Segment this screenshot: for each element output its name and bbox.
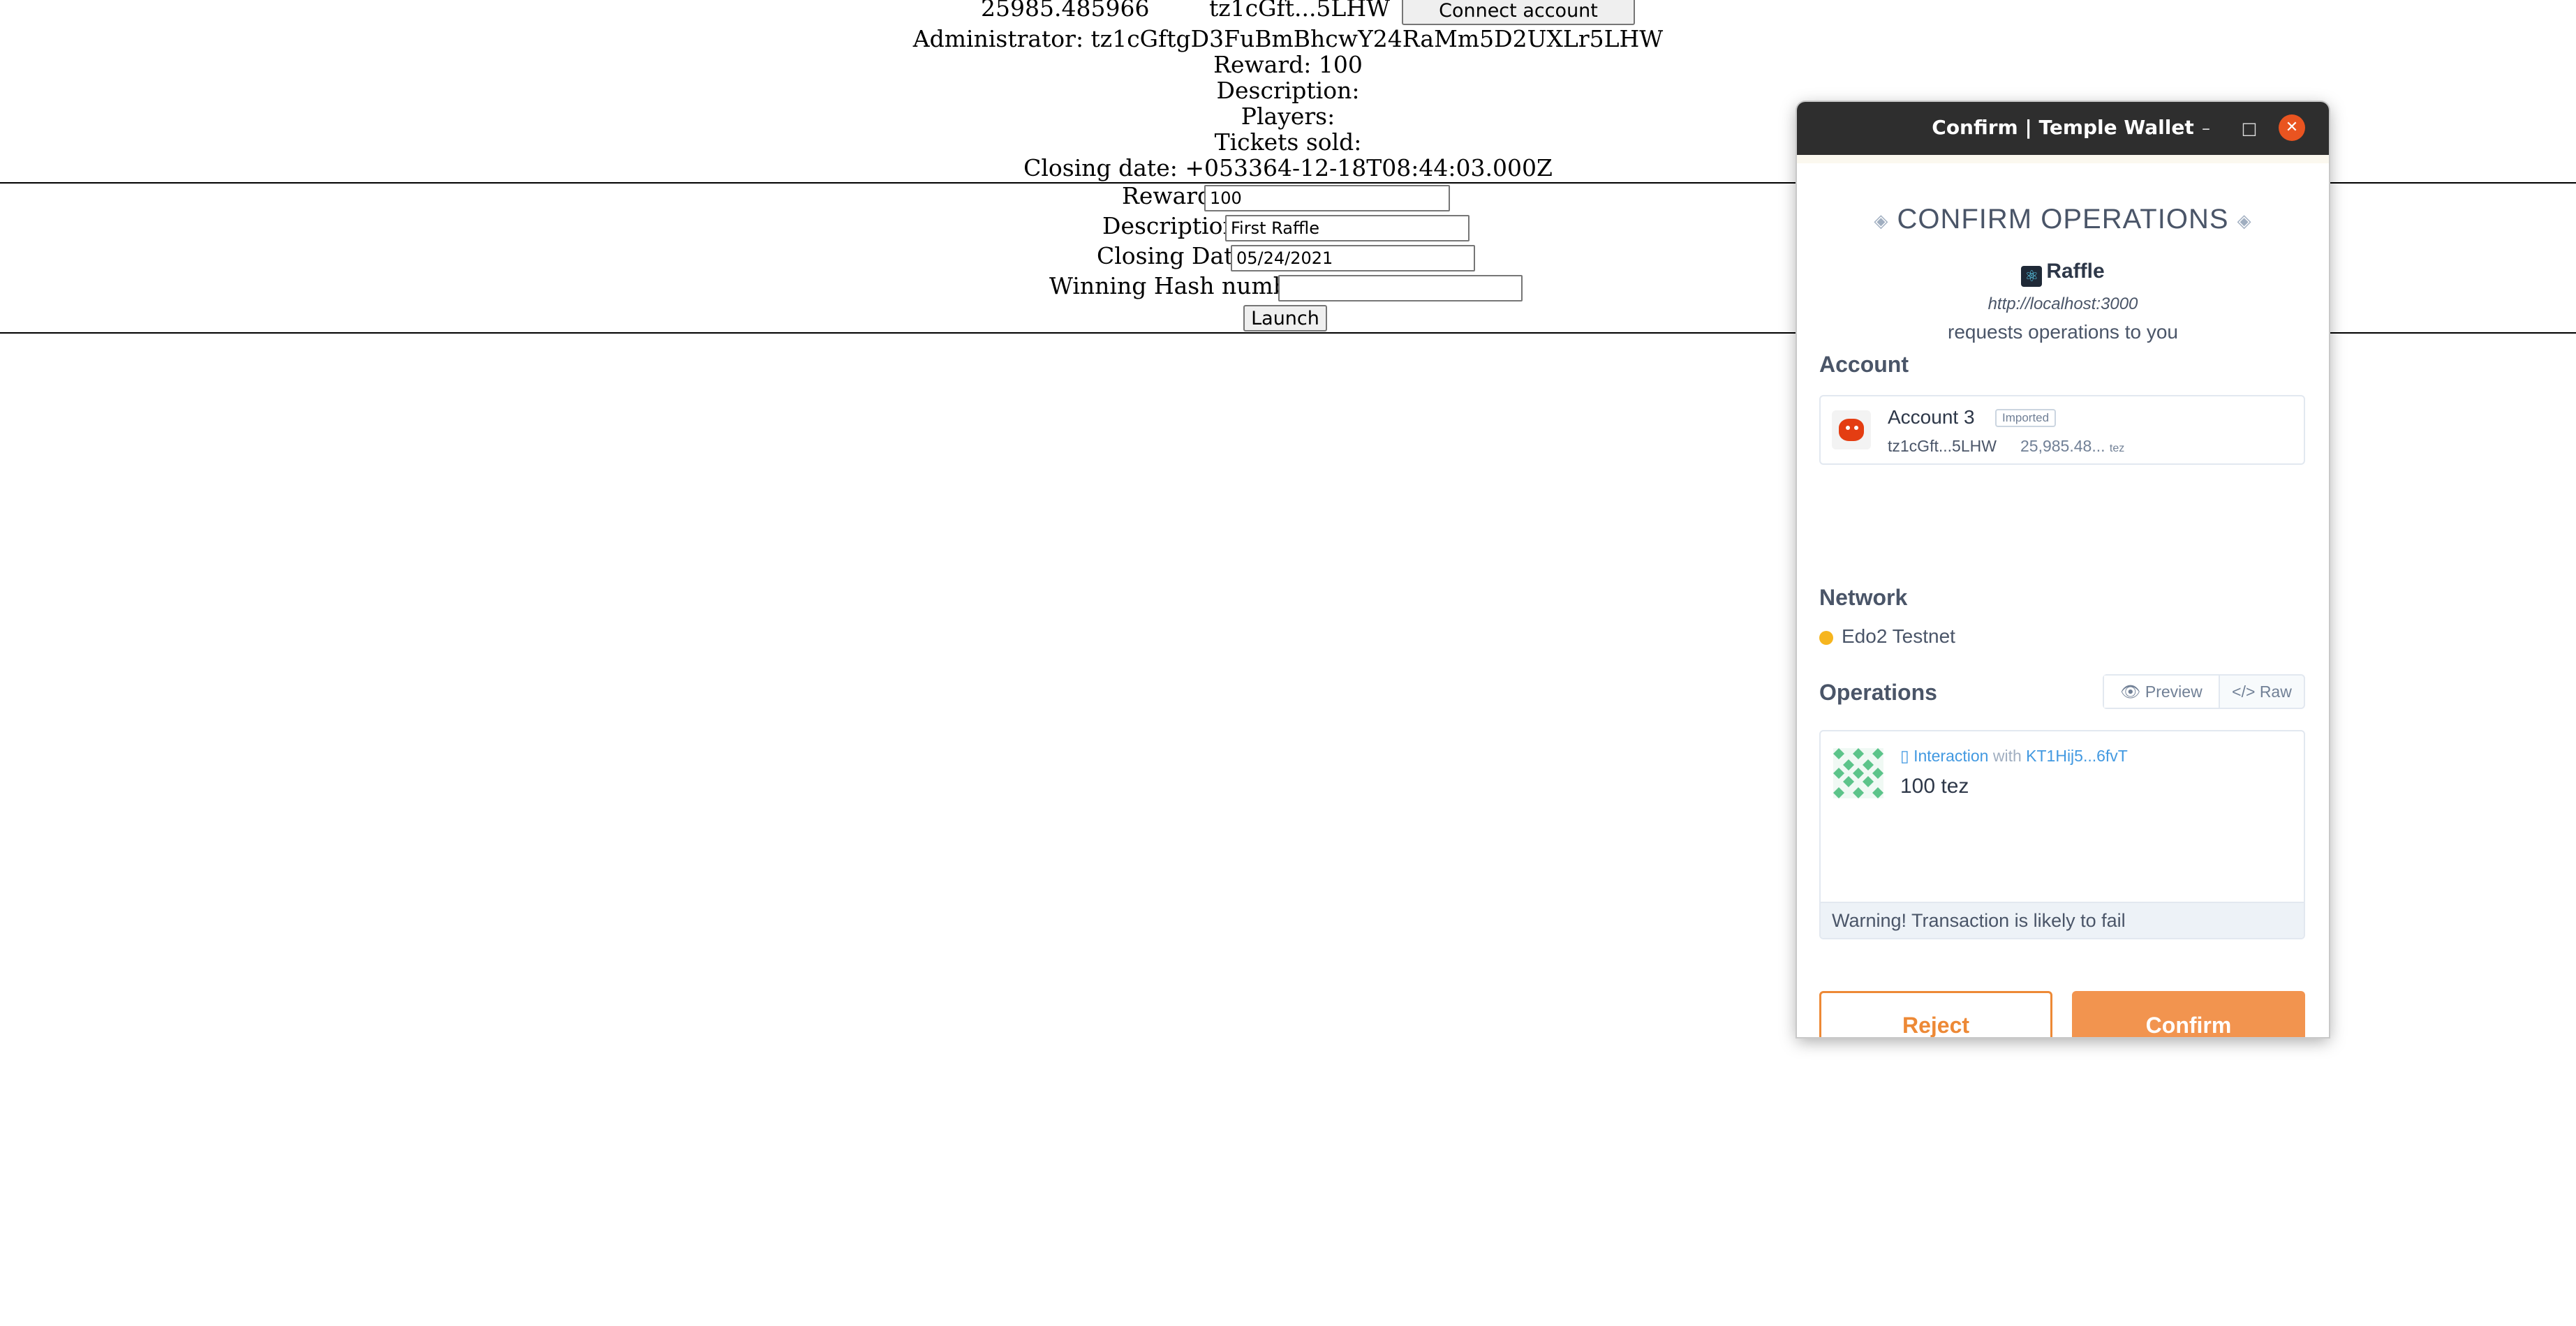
header-strip: [1797, 155, 2329, 163]
heading-text: CONFIRM OPERATIONS: [1897, 204, 2229, 234]
contract-address-link[interactable]: KT1Hij5...6fvT: [2026, 747, 2128, 765]
launch-button[interactable]: Launch: [1243, 305, 1327, 332]
code-icon: </>: [2232, 683, 2256, 701]
operations-card: ▯ Interaction with KT1Hij5...6fvT 100 te…: [1819, 730, 2305, 939]
requests-text: requests operations to you: [1948, 321, 2178, 343]
app-name-line: ⚛ Raffle: [1797, 260, 2329, 287]
description-input[interactable]: [1225, 215, 1470, 241]
contract-identicon-icon: [1833, 748, 1883, 798]
preview-label: Preview: [2145, 683, 2203, 701]
app-name: Raffle: [2046, 260, 2105, 283]
app-origin: http://localhost:3000: [1987, 295, 2138, 313]
balance-unit: tez: [2109, 442, 2125, 454]
connected-address: tz1cGft...5LHW: [1209, 0, 1391, 22]
temple-wallet-window: Confirm | Temple Wallet – □ ✕ ◈ CONFIRM …: [1797, 102, 2329, 1037]
balance-value: 25,985.48...: [2020, 437, 2105, 455]
description-label: Description:: [1102, 212, 1245, 239]
diamond-icon: ◈: [1874, 209, 1889, 231]
raw-label: Raw: [2259, 683, 2292, 701]
closing-date-input[interactable]: [1231, 245, 1475, 271]
network-status-dot: [1819, 631, 1833, 645]
diamond-icon: ◈: [2237, 209, 2252, 231]
account-section-label: Account: [1819, 352, 1909, 377]
document-icon: ▯: [1900, 747, 1909, 765]
operations-section-label: Operations: [1819, 680, 1937, 705]
minimize-icon[interactable]: –: [2193, 116, 2219, 141]
administrator-text: Administrator: tz1cGftgD3FuBmBhcwY24RaMm…: [912, 25, 1664, 52]
reject-button[interactable]: Reject: [1819, 991, 2052, 1037]
balance-text: 25985.485966: [981, 0, 1150, 22]
account-address: tz1cGft...5LHW: [1888, 437, 1997, 455]
eye-icon: 👁: [2120, 683, 2141, 701]
page-title: ◈ CONFIRM OPERATIONS ◈: [1797, 204, 2329, 235]
account-card[interactable]: Account 3 Imported tz1cGft...5LHW 25,985…: [1819, 395, 2305, 465]
operations-view-toggle: 👁 Preview </> Raw: [2103, 674, 2305, 709]
reward-text: Reward: 100: [1213, 51, 1363, 78]
operation-amount: 100 tez: [1900, 775, 1969, 798]
preview-tab[interactable]: 👁 Preview: [2104, 676, 2220, 708]
network-section-label: Network: [1819, 585, 1908, 610]
wallet-content: ◈ CONFIRM OPERATIONS ◈ ⚛ Raffle http://lo…: [1797, 163, 2329, 1037]
operation-type-line: ▯ Interaction with KT1Hij5...6fvT: [1900, 747, 2128, 766]
network-name: Edo2 Testnet: [1842, 625, 1955, 647]
warning-message: Warning! Transaction is likely to fail: [1821, 902, 2304, 938]
close-icon[interactable]: ✕: [2279, 114, 2305, 141]
window-titlebar[interactable]: Confirm | Temple Wallet – □ ✕: [1797, 102, 2329, 155]
connect-account-button[interactable]: Connect account: [1402, 0, 1635, 25]
avatar: [1832, 410, 1871, 449]
confirm-button[interactable]: Confirm: [2072, 991, 2305, 1037]
dapp-top-row: 25985.485966 tz1cGft...5LHW Connect acco…: [0, 0, 2576, 28]
maximize-icon[interactable]: □: [2237, 116, 2262, 141]
account-name: Account 3: [1888, 406, 1975, 428]
react-app-icon: ⚛: [2021, 266, 2043, 287]
with-word: with: [1992, 747, 2022, 765]
operation-type: Interaction: [1914, 747, 1989, 765]
imported-badge: Imported: [1995, 409, 2057, 427]
raw-tab[interactable]: </> Raw: [2220, 676, 2304, 708]
reward-input[interactable]: [1204, 185, 1450, 211]
account-balance: 25,985.48... tez: [2020, 437, 2124, 456]
winning-hash-input[interactable]: [1278, 275, 1523, 301]
description-text: Description:: [1216, 77, 1360, 104]
